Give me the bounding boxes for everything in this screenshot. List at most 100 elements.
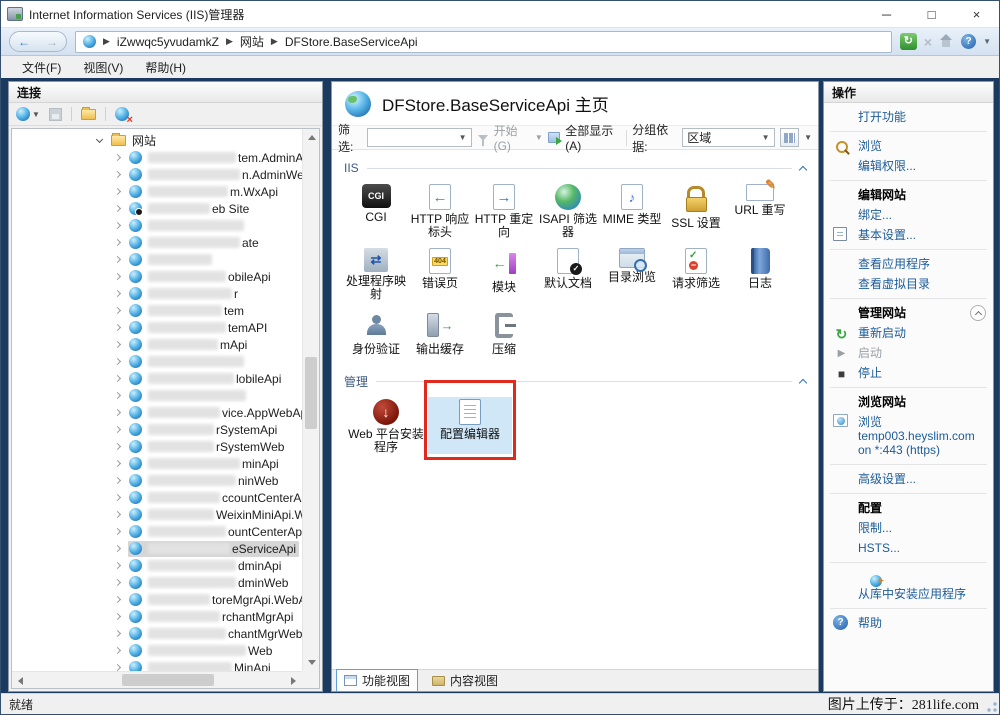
action-item[interactable]: 高级设置...: [824, 469, 993, 489]
chevron-expanded-icon[interactable]: [96, 135, 103, 142]
action-item[interactable]: [830, 249, 987, 250]
tree-site-row[interactable]: mApi: [12, 336, 302, 353]
vertical-scroll-thumb[interactable]: [305, 357, 317, 429]
action-item[interactable]: 重新启动: [824, 323, 993, 343]
collapse-section-button[interactable]: [970, 305, 986, 321]
tree-site-row[interactable]: rchantMgrApi: [12, 608, 302, 625]
feature-item[interactable]: 目录浏览: [600, 246, 664, 301]
tab-content-view[interactable]: 内容视图: [424, 669, 506, 692]
tree-site-row[interactable]: Web: [12, 642, 302, 659]
tree-site-row[interactable]: ate: [12, 234, 302, 251]
tree-site-row[interactable]: [12, 251, 302, 268]
tree-horizontal-scrollbar[interactable]: [12, 671, 302, 688]
scroll-down-arrow[interactable]: [308, 660, 316, 665]
view-mode-dropdown-icon[interactable]: ▼: [804, 133, 812, 142]
tree-site-row[interactable]: m.WxApi: [12, 183, 302, 200]
tree-site-row[interactable]: rSystemApi: [12, 421, 302, 438]
chevron-collapsed-icon[interactable]: [114, 443, 121, 450]
action-item[interactable]: [830, 387, 987, 388]
action-item[interactable]: 启动: [824, 343, 993, 363]
tree-site-row[interactable]: dminWeb: [12, 574, 302, 591]
feature-item[interactable]: 身份验证: [344, 308, 408, 356]
home-icon[interactable]: [939, 35, 954, 48]
chevron-collapsed-icon[interactable]: [114, 596, 121, 603]
save-connection-button[interactable]: [49, 108, 62, 121]
tree-site-row[interactable]: eb Site: [12, 200, 302, 217]
chevron-collapsed-icon[interactable]: [114, 358, 121, 365]
back-button[interactable]: ←: [18, 35, 30, 49]
action-item[interactable]: 配置: [824, 498, 993, 518]
tree-site-row[interactable]: tem.AdminApi: [12, 149, 302, 166]
action-item[interactable]: 帮助: [824, 613, 993, 633]
close-button[interactable]: ×: [954, 1, 999, 27]
collapse-group-icon[interactable]: [799, 379, 807, 387]
menu-item[interactable]: 视图(V): [72, 57, 134, 78]
action-item[interactable]: 浏览 temp003.heyslim.com on *:443 (https): [824, 412, 993, 460]
action-item[interactable]: [830, 298, 987, 299]
chevron-collapsed-icon[interactable]: [114, 324, 121, 331]
scroll-up-arrow[interactable]: [308, 135, 316, 140]
show-all-button[interactable]: 全部显示(A): [565, 122, 621, 153]
chevron-collapsed-icon[interactable]: [114, 477, 121, 484]
feature-item[interactable]: 配置编辑器: [428, 397, 512, 454]
tree-site-row[interactable]: minApi: [12, 455, 302, 472]
feature-item[interactable]: 输出缓存: [408, 308, 472, 356]
tree-site-row[interactable]: obileApi: [12, 268, 302, 285]
chevron-collapsed-icon[interactable]: [114, 290, 121, 297]
tree-site-row[interactable]: r: [12, 285, 302, 302]
chevron-collapsed-icon[interactable]: [114, 664, 121, 671]
action-item[interactable]: 查看虚拟目录: [824, 274, 993, 294]
scroll-right-arrow[interactable]: [291, 677, 296, 685]
action-item[interactable]: 管理网站: [824, 303, 993, 323]
feature-item[interactable]: HTTP 重定向: [472, 182, 536, 239]
forward-button[interactable]: →: [46, 35, 58, 49]
chevron-collapsed-icon[interactable]: [114, 222, 121, 229]
feature-item[interactable]: 模块: [472, 246, 536, 301]
action-item[interactable]: 浏览: [824, 136, 993, 156]
filter-input[interactable]: ▼: [367, 128, 472, 147]
chevron-collapsed-icon[interactable]: [114, 528, 121, 535]
chevron-collapsed-icon[interactable]: [114, 392, 121, 399]
chevron-collapsed-icon[interactable]: [114, 630, 121, 637]
scroll-left-arrow[interactable]: [18, 677, 23, 685]
resize-grip[interactable]: [987, 702, 997, 712]
chevron-collapsed-icon[interactable]: [114, 375, 121, 382]
feature-item[interactable]: MIME 类型: [600, 182, 664, 239]
breadcrumb-item[interactable]: DFStore.BaseServiceApi: [285, 35, 418, 49]
action-item[interactable]: 基本设置...: [824, 225, 993, 245]
chevron-collapsed-icon[interactable]: [114, 307, 121, 314]
delete-connection-button[interactable]: [115, 107, 129, 121]
tree-node-sites-root[interactable]: 网站: [12, 132, 302, 149]
tab-features-view[interactable]: 功能视图: [336, 669, 418, 692]
breadcrumb[interactable]: ▶ iZwwqc5yvudamkZ ▶ 网站 ▶ DFStore.BaseSer…: [75, 31, 892, 53]
action-item[interactable]: [830, 562, 987, 563]
tree-site-row[interactable]: [12, 217, 302, 234]
help-icon[interactable]: ?: [961, 34, 976, 49]
chevron-collapsed-icon[interactable]: [114, 409, 121, 416]
action-item[interactable]: 浏览网站: [824, 392, 993, 412]
action-item[interactable]: 查看应用程序: [824, 254, 993, 274]
feature-item[interactable]: 默认文档: [536, 246, 600, 301]
action-item[interactable]: [830, 464, 987, 465]
tree-site-row[interactable]: ninWeb: [12, 472, 302, 489]
menu-item[interactable]: 文件(F): [11, 57, 72, 78]
go-dropdown-icon[interactable]: ▼: [535, 133, 543, 142]
feature-item[interactable]: HTTP 响应标头: [408, 182, 472, 239]
view-mode-button[interactable]: [780, 128, 800, 147]
breadcrumb-item[interactable]: iZwwqc5yvudamkZ: [117, 35, 219, 49]
chevron-collapsed-icon[interactable]: [114, 205, 121, 212]
tree-site-row[interactable]: rSystemWeb: [12, 438, 302, 455]
tree-site-row[interactable]: n.AdminWeb: [12, 166, 302, 183]
action-item[interactable]: 绑定...: [824, 205, 993, 225]
action-item[interactable]: [830, 131, 987, 132]
tree-site-row[interactable]: ountCenterApi: [12, 523, 302, 540]
chevron-collapsed-icon[interactable]: [114, 341, 121, 348]
feature-item[interactable]: URL 重写: [728, 182, 792, 239]
action-item[interactable]: 编辑权限...: [824, 156, 993, 176]
filter-go-button[interactable]: 开始(G): [494, 122, 530, 153]
feature-item[interactable]: SSL 设置: [664, 182, 728, 239]
action-item[interactable]: 从库中安装应用程序: [824, 567, 993, 604]
group-by-select[interactable]: 区域 ▼: [682, 128, 774, 147]
tree-site-row[interactable]: lobileApi: [12, 370, 302, 387]
feature-item[interactable]: CGI: [344, 182, 408, 239]
